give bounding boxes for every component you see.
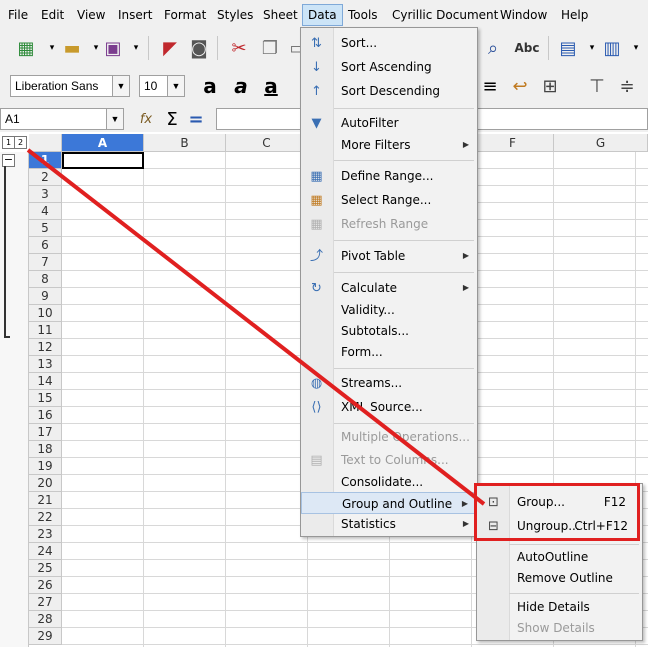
annotation-line bbox=[26, 148, 486, 506]
annotation-arrow bbox=[26, 148, 486, 506]
